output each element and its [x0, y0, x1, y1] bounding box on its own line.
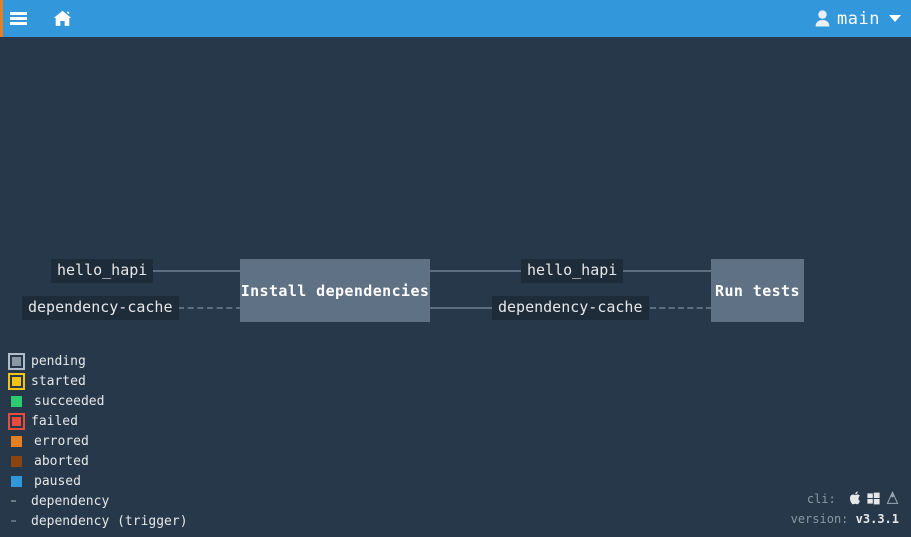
- legend-label: errored: [34, 433, 89, 449]
- cli-download-icons: [849, 491, 899, 505]
- swatch-wrap: [8, 411, 30, 431]
- legend-item-dependency: dependency: [8, 491, 308, 511]
- menu-button[interactable]: [3, 0, 33, 37]
- version-label: version:: [790, 512, 849, 526]
- apple-icon[interactable]: [849, 491, 861, 505]
- swatch-wrap: [8, 431, 33, 451]
- version-value: v3.3.1: [855, 512, 899, 526]
- status-legend: pending started succeeded failed errored: [8, 351, 308, 531]
- windows-icon[interactable]: [867, 492, 880, 505]
- started-swatch-icon: [8, 372, 25, 390]
- legend-item-succeeded[interactable]: succeeded: [8, 391, 308, 411]
- edge-hello-hapi-to-run-tests: [617, 270, 712, 272]
- swatch-wrap: [8, 351, 30, 371]
- legend-item-failed[interactable]: failed: [8, 411, 308, 431]
- resource-label: dependency-cache: [28, 298, 173, 316]
- legend-label: started: [31, 373, 86, 389]
- aborted-swatch-icon: [11, 455, 22, 467]
- dependency-line-icon: [11, 500, 16, 502]
- resource-label: hello_hapi: [527, 261, 618, 279]
- home-icon: [53, 10, 71, 26]
- legend-label: succeeded: [34, 393, 105, 409]
- dependency-trigger-line-icon: [11, 520, 16, 522]
- legend-label: aborted: [34, 453, 89, 469]
- resource-hello-hapi-input[interactable]: hello_hapi: [51, 259, 154, 283]
- legend-label: paused: [34, 473, 81, 489]
- username-label: main: [837, 8, 880, 29]
- pending-swatch-icon: [8, 352, 25, 370]
- cli-row: cli:: [791, 489, 899, 509]
- chevron-down-icon: [889, 15, 901, 22]
- legend-label: dependency: [31, 493, 110, 509]
- edge-install-to-hello-hapi: [428, 270, 523, 272]
- edge-install-to-dep-cache: [428, 307, 494, 309]
- legend-item-paused[interactable]: paused: [8, 471, 308, 491]
- cli-label: cli:: [806, 492, 836, 506]
- succeeded-swatch-icon: [11, 395, 22, 407]
- job-run-tests[interactable]: Run tests: [711, 259, 804, 322]
- legend-label: failed: [31, 413, 78, 429]
- errored-swatch-icon: [11, 435, 22, 447]
- resource-hello-hapi-mid[interactable]: hello_hapi: [521, 259, 624, 283]
- resource-label: dependency-cache: [498, 298, 643, 316]
- legend-label: pending: [31, 353, 86, 369]
- linux-icon[interactable]: [886, 491, 899, 505]
- paused-swatch-icon: [11, 475, 22, 487]
- footer-info: cli: version: v3.3.1: [791, 489, 899, 529]
- failed-swatch-icon: [8, 412, 25, 430]
- swatch-wrap: [8, 371, 30, 391]
- job-label: Install dependencies: [240, 281, 430, 300]
- user-menu[interactable]: main: [815, 0, 901, 37]
- edge-dep-cache-to-install: [178, 307, 242, 309]
- job-label: Run tests: [715, 281, 800, 300]
- home-button[interactable]: [47, 0, 77, 37]
- swatch-wrap: [8, 491, 30, 511]
- resource-dependency-cache-input[interactable]: dependency-cache: [22, 296, 179, 320]
- legend-label: dependency (trigger): [31, 513, 188, 529]
- swatch-wrap: [8, 391, 33, 411]
- legend-item-dependency-trigger: dependency (trigger): [8, 511, 308, 531]
- job-install-dependencies[interactable]: Install dependencies: [240, 259, 430, 322]
- legend-item-started[interactable]: started: [8, 371, 308, 391]
- resource-label: hello_hapi: [57, 261, 148, 279]
- legend-item-aborted[interactable]: aborted: [8, 451, 308, 471]
- swatch-wrap: [8, 511, 30, 531]
- hamburger-icon: [9, 12, 27, 25]
- swatch-wrap: [8, 451, 33, 471]
- legend-item-pending[interactable]: pending: [8, 351, 308, 371]
- version-row: version: v3.3.1: [791, 509, 899, 529]
- edge-hello-hapi-to-install: [148, 270, 242, 272]
- legend-item-errored[interactable]: errored: [8, 431, 308, 451]
- edge-dep-cache-to-run-tests: [650, 307, 712, 309]
- user-icon: [815, 10, 830, 27]
- resource-dependency-cache-mid[interactable]: dependency-cache: [492, 296, 649, 320]
- top-navigation-bar: main: [0, 0, 911, 37]
- swatch-wrap: [8, 471, 33, 491]
- pipeline-graph[interactable]: Install dependencies Run tests hello_hap…: [0, 37, 911, 537]
